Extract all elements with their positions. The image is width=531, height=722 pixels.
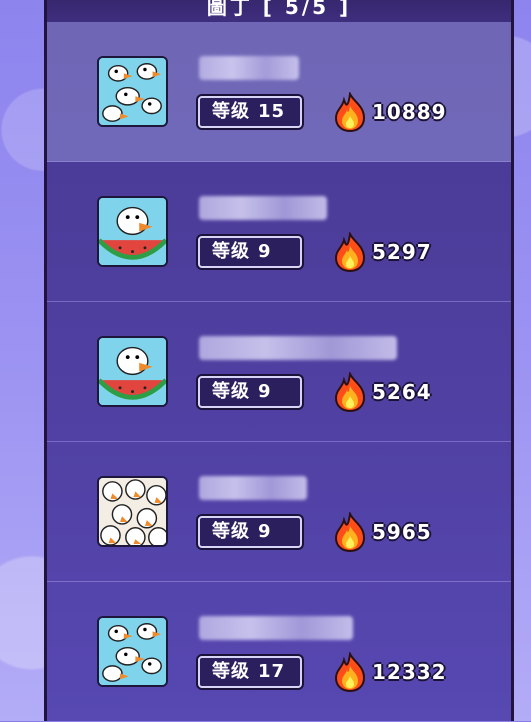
score-value: 5965	[372, 520, 432, 544]
score-value: 12332	[372, 660, 447, 684]
level-badge: 等级 15	[198, 96, 302, 128]
panel-header: 圖丁 [ 5/5 ]	[47, 0, 511, 22]
level-value: 9	[258, 521, 272, 542]
level-label: 等级	[212, 101, 250, 122]
level-badge: 等级 9	[198, 516, 302, 548]
goose-cluster-avatar-icon[interactable]	[97, 56, 168, 127]
level-badge: 等级 17	[198, 656, 302, 688]
player-name-blurred	[199, 336, 397, 360]
goose-watermelon-avatar-icon[interactable]	[97, 336, 168, 407]
level-badge: 等级 9	[198, 236, 302, 268]
player-name-blurred	[199, 196, 327, 220]
leaderboard-row[interactable]: 等级 9 5297	[47, 162, 511, 302]
level-value: 17	[258, 661, 286, 682]
level-label: 等级	[212, 521, 250, 542]
score-value: 5264	[372, 380, 432, 404]
level-badge: 等级 9	[198, 376, 302, 408]
score-value: 5297	[372, 240, 432, 264]
goose-crowd-avatar-icon[interactable]	[97, 476, 168, 547]
leaderboard-panel: 圖丁 [ 5/5 ] 等级 15 10889 等级 9 5297 等级 9 52…	[44, 0, 514, 721]
score-display: 5297	[330, 232, 432, 272]
fire-icon	[334, 92, 366, 132]
score-value: 10889	[372, 100, 447, 124]
goose-watermelon-avatar-icon[interactable]	[97, 196, 168, 267]
player-name-blurred	[199, 56, 299, 80]
leaderboard-row[interactable]: 等级 9 5264	[47, 302, 511, 442]
leaderboard-row[interactable]: 等级 15 10889	[47, 22, 511, 162]
leaderboard-row[interactable]: 等级 9 5965	[47, 442, 511, 582]
player-name-blurred	[199, 476, 307, 500]
level-value: 9	[258, 241, 272, 262]
level-label: 等级	[212, 381, 250, 402]
score-display: 5965	[330, 512, 432, 552]
score-display: 10889	[330, 92, 447, 132]
level-value: 9	[258, 381, 272, 402]
player-name-blurred	[199, 616, 353, 640]
fire-icon	[334, 372, 366, 412]
level-label: 等级	[212, 661, 250, 682]
score-display: 12332	[330, 652, 447, 692]
leaderboard-row[interactable]: 等级 17 12332	[47, 582, 511, 722]
level-value: 15	[258, 101, 286, 122]
fire-icon	[334, 512, 366, 552]
goose-cluster-avatar-icon[interactable]	[97, 616, 168, 687]
level-label: 等级	[212, 241, 250, 262]
fire-icon	[334, 232, 366, 272]
score-display: 5264	[330, 372, 432, 412]
fire-icon	[334, 652, 366, 692]
